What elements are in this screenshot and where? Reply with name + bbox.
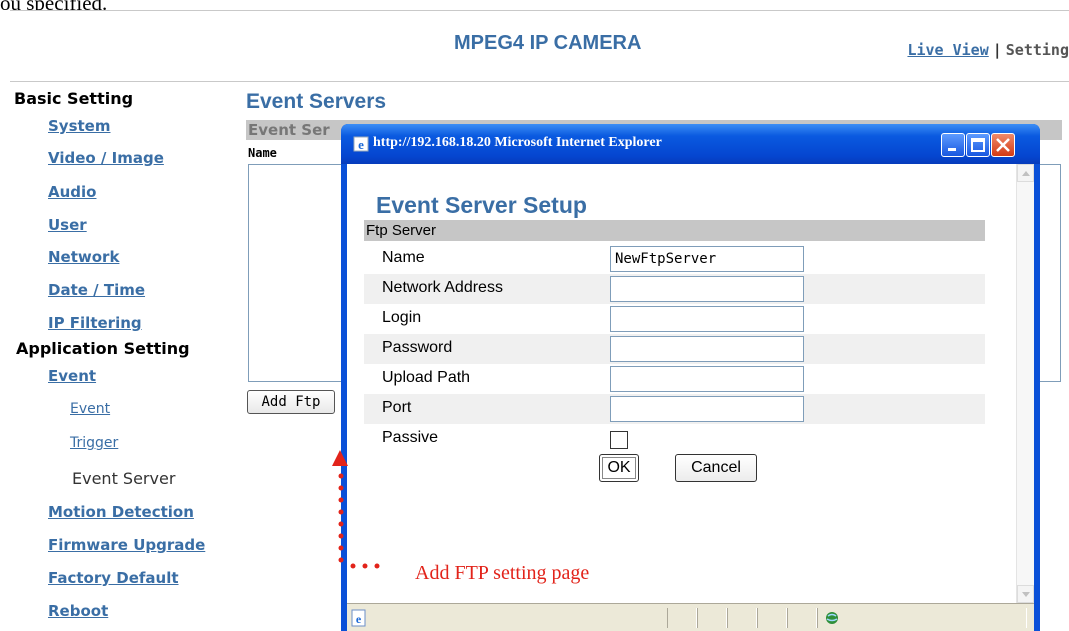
status-bar: e	[347, 603, 1034, 631]
sidebar-item-date-time[interactable]: Date / Time	[48, 281, 145, 299]
upload-path-label: Upload Path	[382, 369, 471, 386]
sidebar-item-firmware-upgrade[interactable]: Firmware Upgrade	[48, 536, 205, 554]
ftp-server-section: Ftp Server	[364, 220, 985, 241]
status-segment	[757, 608, 787, 628]
maximize-button[interactable]	[966, 133, 990, 157]
sidebar-item-system[interactable]: System	[48, 117, 110, 135]
popup-scrollbar[interactable]	[1016, 164, 1034, 603]
popup-title: http://192.168.18.20 Microsoft Internet …	[373, 135, 662, 150]
application-setting-heading: Application Setting	[16, 339, 190, 358]
port-label: Port	[382, 399, 412, 416]
field-row-port: Port	[364, 394, 985, 424]
field-row-passive: Passive	[364, 424, 985, 454]
sidebar-item-factory-default[interactable]: Factory Default	[48, 569, 179, 587]
upload-path-input[interactable]	[610, 366, 804, 392]
minimize-icon	[948, 148, 956, 151]
field-row-login: Login	[364, 304, 985, 334]
annotation-arrow-icon	[332, 450, 380, 569]
status-segment	[667, 608, 697, 628]
field-row-upload-path: Upload Path	[364, 364, 985, 394]
sidebar-subitem-trigger[interactable]: Trigger	[70, 435, 118, 451]
sidebar-item-reboot[interactable]: Reboot	[48, 602, 108, 620]
page-title: Event Servers	[246, 90, 387, 113]
password-input[interactable]	[610, 336, 804, 362]
status-segment	[727, 608, 757, 628]
login-input[interactable]	[610, 306, 804, 332]
field-row-name: Name NewFtpServer	[364, 244, 985, 274]
add-ftp-button[interactable]: Add Ftp	[247, 390, 335, 414]
internet-zone-icon	[826, 612, 838, 624]
status-segment	[697, 608, 727, 628]
page-icon: e	[351, 609, 366, 627]
close-icon	[996, 138, 1010, 152]
annotation-label: Add FTP setting page	[415, 562, 590, 584]
basic-setting-heading: Basic Setting	[14, 89, 134, 108]
name-input[interactable]: NewFtpServer	[610, 246, 804, 272]
field-row-password: Password	[364, 334, 985, 364]
header: MPEG4 IP CAMERA Live View | Setting	[10, 10, 1069, 82]
minimize-button[interactable]	[941, 133, 965, 157]
sidebar-item-user[interactable]: User	[48, 216, 87, 234]
svg-text:e: e	[356, 612, 362, 626]
field-row-network-address: Network Address	[364, 274, 985, 304]
scroll-down-arrow-icon[interactable]	[1017, 585, 1034, 603]
scroll-up-arrow-icon[interactable]	[1017, 164, 1034, 182]
port-input[interactable]	[610, 396, 804, 422]
close-button[interactable]	[991, 133, 1015, 157]
setting-link[interactable]: Setting	[1006, 41, 1069, 59]
passive-checkbox[interactable]	[610, 431, 628, 449]
cancel-button[interactable]: Cancel	[675, 454, 757, 482]
status-zone	[817, 608, 1027, 628]
popup-content: Event Server Setup Ftp Server Name NewFt…	[347, 164, 1034, 603]
sidebar-item-video-image[interactable]: Video / Image	[48, 149, 164, 167]
sidebar-item-event[interactable]: Event	[48, 367, 96, 385]
maximize-icon	[971, 138, 985, 152]
brand-title: MPEG4 IP CAMERA	[454, 32, 642, 54]
sidebar-item-event-server: Event Server	[72, 469, 176, 488]
sidebar-subitem-event[interactable]: Event	[70, 401, 110, 417]
network-address-label: Network Address	[382, 279, 503, 296]
sidebar-item-audio[interactable]: Audio	[48, 183, 96, 201]
sidebar-item-network[interactable]: Network	[48, 248, 119, 266]
network-address-input[interactable]	[610, 276, 804, 302]
name-label: Name	[382, 249, 425, 266]
column-header-name: Name	[248, 146, 277, 160]
status-segment	[787, 608, 817, 628]
live-view-link[interactable]: Live View	[907, 41, 988, 59]
popup-window: e http://192.168.18.20 Microsoft Interne…	[341, 124, 1040, 631]
ie-icon: e	[353, 136, 369, 152]
top-nav: Live View | Setting	[907, 41, 1069, 59]
password-label: Password	[382, 339, 453, 356]
ok-button[interactable]: OK	[599, 454, 639, 482]
nav-separator: |	[992, 41, 1002, 59]
svg-text:e: e	[358, 137, 364, 152]
sidebar-item-ip-filtering[interactable]: IP Filtering	[48, 314, 142, 332]
popup-heading: Event Server Setup	[376, 192, 587, 218]
popup-titlebar[interactable]: e http://192.168.18.20 Microsoft Interne…	[341, 124, 1040, 164]
login-label: Login	[382, 309, 422, 326]
section-header-label: Event Ser	[248, 121, 330, 139]
sidebar-item-motion-detection[interactable]: Motion Detection	[48, 503, 194, 521]
